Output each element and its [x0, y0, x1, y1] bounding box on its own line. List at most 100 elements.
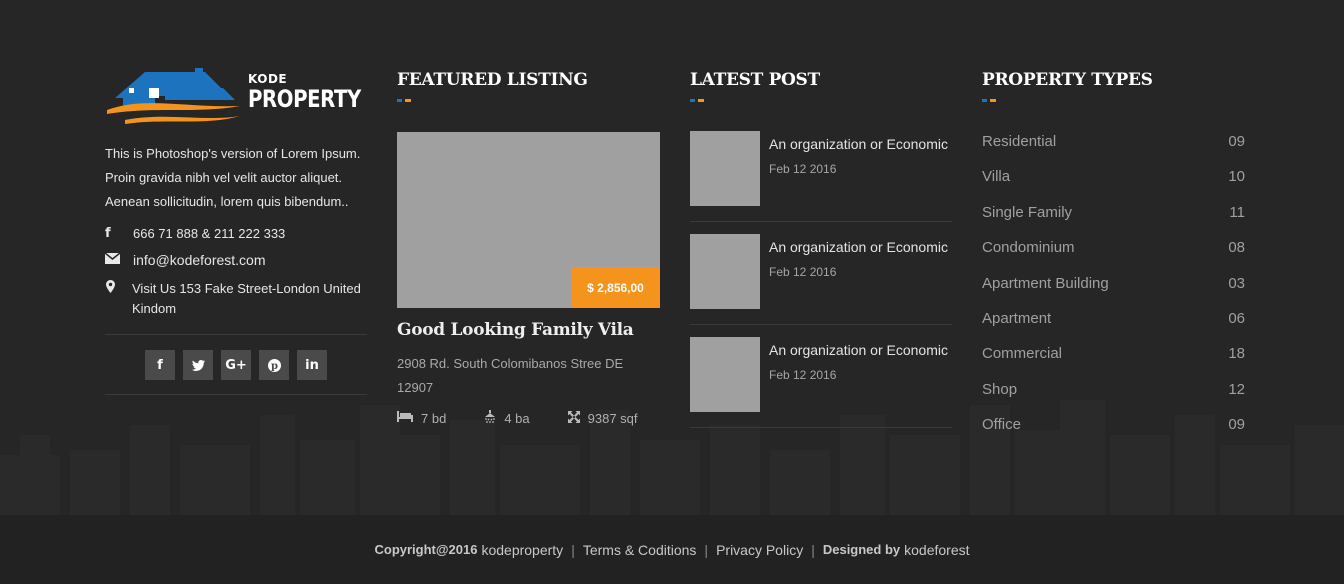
- google-plus-button[interactable]: G+: [221, 350, 251, 380]
- area-info: 9387 sqf: [567, 410, 638, 426]
- post-date: Feb 12 2016: [769, 368, 837, 382]
- post-date: Feb 12 2016: [769, 265, 837, 279]
- property-type-count: 09: [1228, 416, 1245, 434]
- post-title[interactable]: An organization or Economic: [769, 338, 948, 362]
- area-text: 9387 sqf: [587, 410, 638, 426]
- latest-post-heading: LATEST POST: [690, 70, 820, 90]
- property-type-item[interactable]: Office 09: [982, 415, 1245, 450]
- post-info: An organization or Economic Feb 12 2016: [769, 131, 948, 206]
- site-logo[interactable]: KODE PROPERTY: [105, 66, 361, 128]
- facebook-phone-icon: f: [105, 226, 111, 241]
- property-type-label: Condominium: [982, 239, 1075, 257]
- footer-main: KODE PROPERTY This is Photoshop's versio…: [0, 0, 1344, 515]
- heading-underline: [982, 99, 996, 102]
- envelope-icon: [104, 252, 133, 267]
- linkedin-button[interactable]: in: [297, 350, 327, 380]
- property-type-count: 18: [1228, 345, 1245, 363]
- facebook-icon: f: [157, 357, 163, 373]
- featured-listing-column: FEATURED LISTING $ 2,856,00 Good Looking…: [397, 70, 660, 426]
- social-links: f G+ p in: [105, 335, 367, 394]
- property-type-count: 06: [1228, 309, 1245, 327]
- email-text: info@kodeforest.com: [133, 252, 266, 268]
- property-type-item[interactable]: Single Family 11: [982, 203, 1245, 238]
- property-type-label: Apartment: [982, 309, 1052, 327]
- post-info: An organization or Economic Feb 12 2016: [769, 234, 948, 309]
- post-date: Feb 12 2016: [769, 162, 837, 176]
- privacy-policy-link[interactable]: Privacy Policy: [716, 542, 803, 558]
- pinterest-button[interactable]: p: [259, 350, 289, 380]
- featured-listing-image[interactable]: $ 2,856,00: [397, 132, 660, 308]
- divider: [105, 394, 367, 395]
- property-type-label: Shop: [982, 380, 1018, 398]
- baths-info: 4 ba: [484, 410, 530, 426]
- baths-text: 4 ba: [504, 410, 530, 426]
- property-type-count: 03: [1228, 274, 1245, 292]
- property-type-label: Single Family: [982, 203, 1073, 221]
- linkedin-icon: in: [305, 357, 319, 373]
- contact-email[interactable]: info@kodeforest.com: [104, 252, 367, 268]
- property-type-count: 09: [1228, 133, 1245, 150]
- price-badge: $ 2,856,00: [571, 267, 660, 308]
- featured-listing-title[interactable]: Good Looking Family Vila: [397, 320, 660, 340]
- designer-link[interactable]: kodeforest: [904, 542, 969, 558]
- property-type-item[interactable]: Shop 12: [982, 380, 1245, 415]
- heading-underline: [690, 99, 704, 102]
- google-plus-icon: G+: [225, 357, 247, 373]
- twitter-icon: [191, 359, 205, 371]
- separator: |: [811, 541, 815, 558]
- property-types-heading: PROPERTY TYPES: [982, 70, 1153, 90]
- bed-icon: [397, 411, 413, 425]
- property-type-item[interactable]: Residential 09: [982, 132, 1245, 167]
- post-thumbnail[interactable]: [690, 337, 760, 412]
- pinterest-icon: p: [267, 358, 281, 372]
- property-type-item[interactable]: Villa 10: [982, 167, 1245, 202]
- featured-listing-heading: FEATURED LISTING: [397, 70, 588, 90]
- beds-info: 7 bd: [397, 410, 446, 426]
- post-thumbnail[interactable]: [690, 234, 760, 309]
- expand-icon: [567, 410, 580, 426]
- property-type-label: Apartment Building: [982, 274, 1109, 292]
- map-pin-icon: [105, 279, 132, 299]
- post-title[interactable]: An organization or Economic: [769, 235, 948, 259]
- post-item[interactable]: An organization or Economic Feb 12 2016: [690, 234, 952, 325]
- property-type-count: 10: [1228, 168, 1245, 186]
- logo-word-kode: KODE: [248, 72, 288, 86]
- shower-icon: [484, 410, 496, 426]
- about-column: KODE PROPERTY This is Photoshop's versio…: [104, 66, 367, 395]
- post-thumbnail[interactable]: [690, 131, 760, 206]
- designed-by-label: Designed by: [822, 542, 901, 557]
- property-type-item[interactable]: Apartment 06: [982, 309, 1245, 344]
- terms-link[interactable]: Terms & Coditions: [583, 542, 697, 558]
- logo-word-property: PROPERTY: [248, 85, 361, 113]
- beds-text: 7 bd: [421, 410, 447, 426]
- property-type-item[interactable]: Condominium 08: [982, 238, 1245, 273]
- contact-phone: f 666 71 888 & 211 222 333: [105, 226, 367, 241]
- contact-address: Visit Us 153 Fake Street-London United K…: [105, 279, 367, 319]
- property-type-count: 11: [1229, 203, 1245, 221]
- copyright-label: Copyright@2016: [374, 542, 478, 557]
- svg-text:p: p: [271, 361, 278, 372]
- property-type-label: Residential: [982, 133, 1057, 150]
- separator: |: [704, 541, 709, 558]
- post-list: An organization or Economic Feb 12 2016 …: [690, 131, 952, 428]
- post-item[interactable]: An organization or Economic Feb 12 2016: [690, 337, 952, 428]
- logo-text: KODE PROPERTY: [248, 72, 386, 112]
- featured-listing-address: 2908 Rd. South Colomibanos Stree DE 1290…: [397, 356, 624, 395]
- copyright-site-link[interactable]: kodeproperty: [481, 542, 563, 558]
- property-type-label: Commercial: [982, 345, 1063, 363]
- property-type-label: Office: [982, 416, 1021, 434]
- post-title[interactable]: An organization or Economic: [769, 132, 948, 156]
- separator: |: [571, 541, 575, 558]
- property-type-item[interactable]: Apartment Building 03: [982, 274, 1245, 309]
- property-type-label: Villa: [982, 168, 1011, 186]
- post-item[interactable]: An organization or Economic Feb 12 2016: [690, 131, 952, 222]
- property-type-count: 12: [1228, 380, 1245, 398]
- address-text: Visit Us 153 Fake Street-London United K…: [132, 281, 361, 316]
- copyright-bar: Copyright@2016 kodeproperty | Terms & Co…: [0, 515, 1344, 584]
- property-type-item[interactable]: Commercial 18: [982, 344, 1245, 379]
- twitter-button[interactable]: [183, 350, 213, 380]
- featured-listing-meta: 7 bd 4 ba 9387 sqf: [397, 410, 660, 426]
- house-logo-icon: [107, 68, 240, 124]
- about-text: This is Photoshop's version of Lorem Ips…: [105, 146, 361, 209]
- facebook-button[interactable]: f: [145, 350, 175, 380]
